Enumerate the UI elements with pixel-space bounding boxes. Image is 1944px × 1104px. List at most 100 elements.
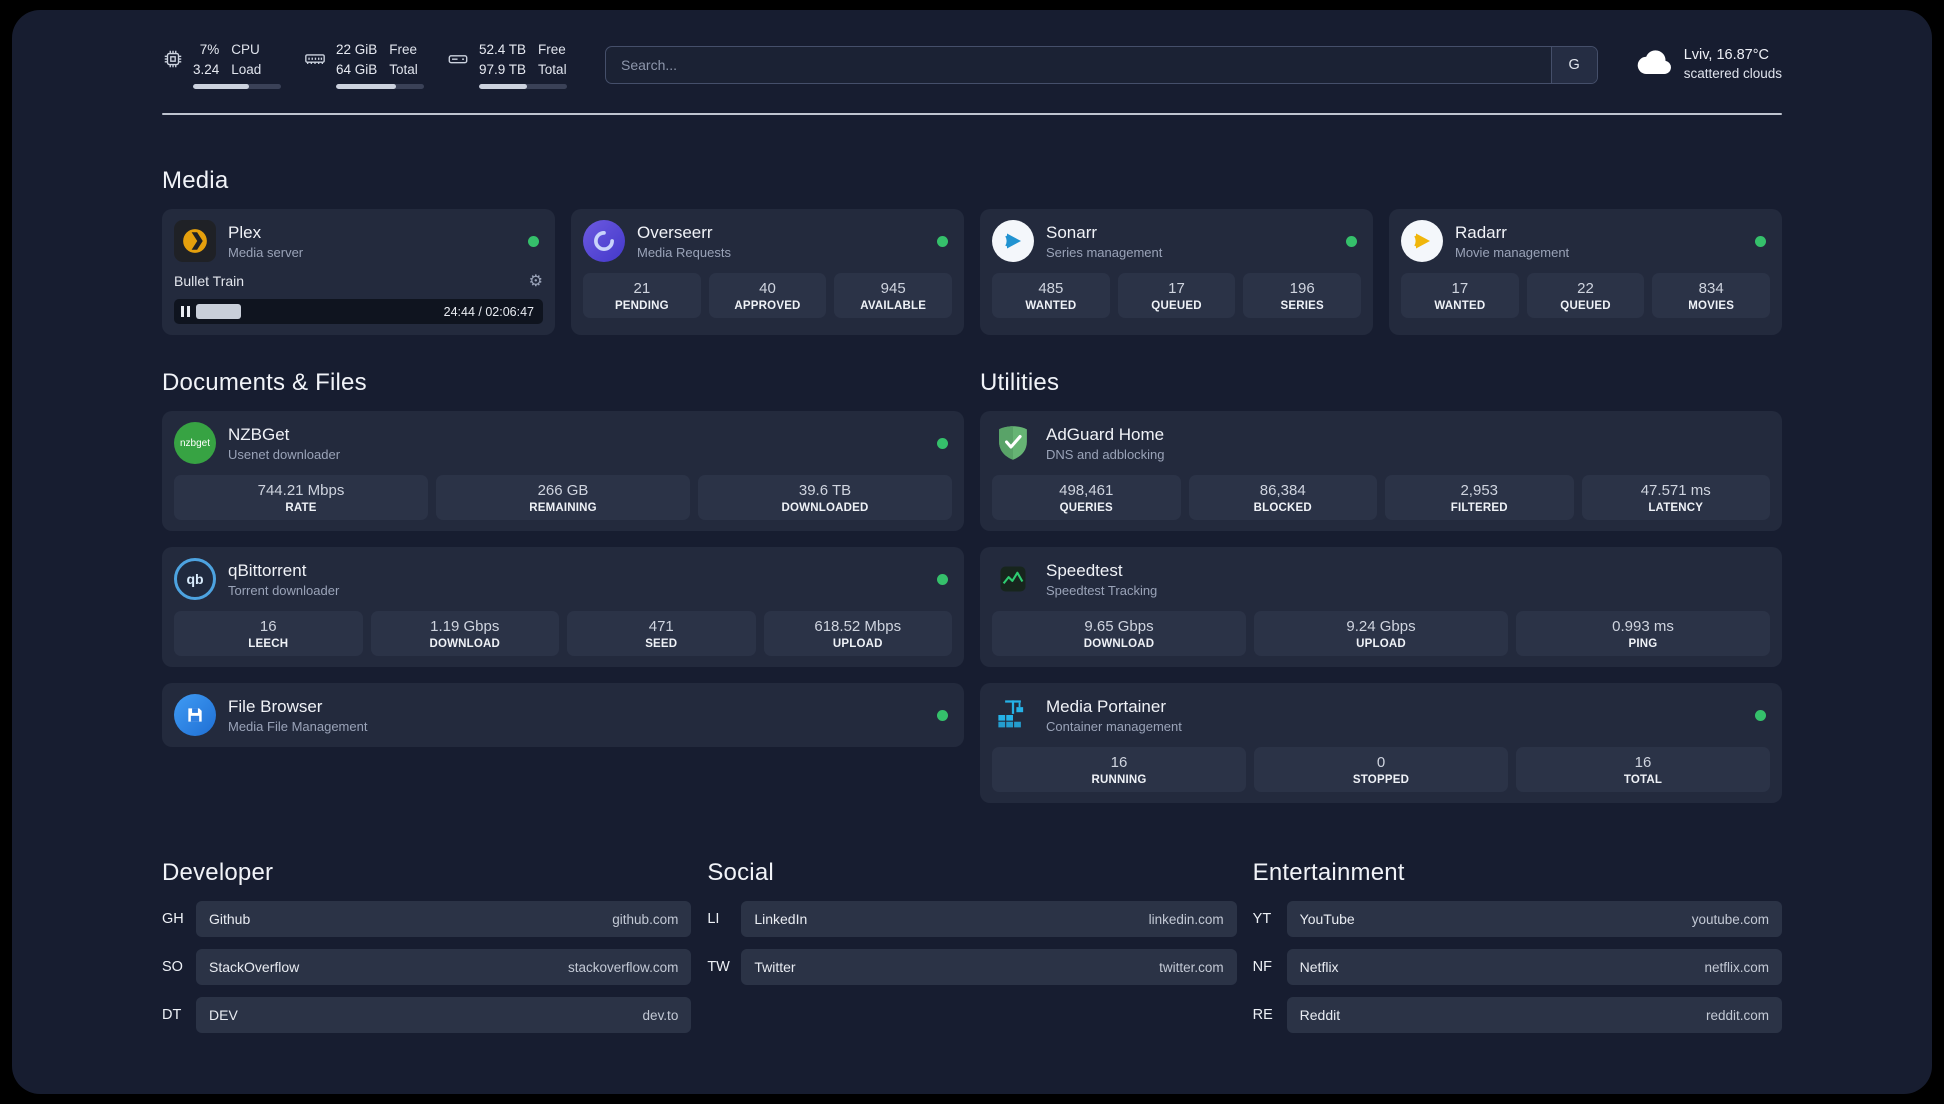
app-subtitle: Media Requests: [637, 244, 731, 260]
status-dot-online: [937, 437, 948, 449]
pause-button[interactable]: [181, 306, 190, 318]
ram-icon: [303, 48, 327, 75]
bookmark-group-title: Social: [707, 859, 774, 887]
stat-label: STOPPED: [1352, 774, 1410, 787]
plex-icon: [174, 220, 216, 263]
card-sonarr[interactable]: Sonarr Series management 485 WANTED 17 Q…: [980, 209, 1373, 336]
bookmark-name: YouTube: [1299, 911, 1355, 928]
stat-value: 485: [1038, 280, 1064, 298]
status-dot-online: [1755, 709, 1766, 721]
app-subtitle: DNS and adblocking: [1046, 446, 1165, 462]
stat-label: PING: [1628, 638, 1658, 651]
stat-value: 22: [1577, 280, 1594, 298]
stat-tile: 0.993 ms PING: [1516, 611, 1770, 657]
cpu-readout: 7% 3.24 CPU Load: [193, 40, 281, 90]
bookmark-linkedin[interactable]: LI LinkedIn linkedin.com: [707, 901, 1237, 938]
bookmark-github[interactable]: GH Github github.com: [162, 901, 692, 938]
card-portainer[interactable]: Media Portainer Container management 16 …: [980, 683, 1782, 804]
bookmark-url: youtube.com: [1691, 911, 1769, 927]
cpu-monitor: 7% 3.24 CPU Load: [162, 40, 281, 90]
stat-label: SERIES: [1280, 300, 1324, 313]
ram-monitor: 22 GiB 64 GiB Free Total: [303, 40, 424, 90]
search-bar: G: [605, 45, 1598, 84]
card-plex[interactable]: Plex Media server Bullet Train ⚙ 24:44 /…: [162, 209, 555, 336]
disk-icon: [446, 48, 470, 75]
weather-location: Lviv, 16.87°C: [1683, 46, 1770, 63]
stat-label: TOTAL: [1623, 774, 1663, 787]
search-input[interactable]: [606, 46, 1551, 83]
search-engine-button[interactable]: G: [1550, 46, 1597, 83]
stat-value: 834: [1698, 280, 1724, 298]
stat-tile: 744.21 Mbps RATE: [174, 475, 428, 521]
card-radarr[interactable]: Radarr Movie management 17 WANTED 22 QUE…: [1389, 209, 1782, 336]
app-name: AdGuard Home: [1046, 424, 1165, 444]
bookmark-abbr: YT: [1252, 911, 1272, 928]
stat-tile: 40 APPROVED: [708, 273, 827, 319]
app-name: qBittorrent: [228, 560, 307, 580]
bookmark-twitter[interactable]: TW Twitter twitter.com: [707, 949, 1237, 986]
stat-value: 86,384: [1259, 482, 1306, 500]
bookmark-url: dev.to: [642, 1007, 679, 1023]
stat-label: REMAINING: [529, 502, 597, 515]
stat-tile: 2,953 FILTERED: [1385, 475, 1574, 521]
stat-label: PENDING: [614, 300, 669, 313]
bookmark-abbr: SO: [162, 959, 183, 976]
stat-label: DOWNLOAD: [1083, 638, 1155, 651]
stat-tile: 9.65 Gbps DOWNLOAD: [992, 611, 1246, 657]
card-filebrowser[interactable]: File Browser Media File Management: [162, 683, 964, 748]
stat-label: QUEUED: [1560, 300, 1611, 313]
stat-label: BLOCKED: [1253, 502, 1312, 515]
ram-total-value: 64 GiB: [336, 61, 378, 77]
stat-value: 40: [759, 280, 776, 298]
stat-value: 744.21 Mbps: [257, 482, 345, 500]
playback-time: 24:44 / 02:06:47: [443, 304, 534, 319]
bookmark-abbr: RE: [1252, 1007, 1273, 1024]
bookmark-name: DEV: [209, 1007, 238, 1024]
bookmark-reddit[interactable]: RE Reddit reddit.com: [1252, 997, 1782, 1034]
stat-value: 471: [648, 618, 674, 636]
stat-value: 9.24 Gbps: [1346, 618, 1416, 636]
cpu-load-value: 3.24: [193, 61, 220, 77]
stat-value: 196: [1289, 280, 1315, 298]
stat-value: 266 GB: [537, 482, 589, 500]
bookmark-name: LinkedIn: [754, 911, 808, 928]
stat-tile: 1.19 Gbps DOWNLOAD: [370, 611, 559, 657]
bookmark-youtube[interactable]: YT YouTube youtube.com: [1252, 901, 1782, 938]
ram-readout: 22 GiB 64 GiB Free Total: [336, 40, 424, 90]
bookmark-url: github.com: [612, 911, 679, 927]
stat-label: RUNNING: [1091, 774, 1147, 787]
playback-progress-bar[interactable]: [196, 299, 435, 324]
stat-tile: 47.571 ms LATENCY: [1581, 475, 1770, 521]
bookmark-netflix[interactable]: NF Netflix netflix.com: [1253, 949, 1782, 986]
card-overseerr[interactable]: Overseerr Media Requests 21 PENDING 40 A…: [571, 209, 964, 336]
gear-icon[interactable]: ⚙: [529, 271, 543, 291]
disk-monitor: 52.4 TB 97.9 TB Free Total: [446, 40, 567, 90]
disk-free-value: 52.4 TB: [479, 42, 527, 57]
stat-tile: 16 LEECH: [174, 611, 363, 657]
stat-value: 16: [1110, 754, 1128, 772]
bookmark-dev[interactable]: DT DEV dev.to: [162, 997, 692, 1034]
card-adguard[interactable]: AdGuard Home DNS and adblocking 498,461 …: [980, 411, 1782, 532]
adguard-icon: [992, 422, 1034, 464]
topbar: 7% 3.24 CPU Load 22 GiB 64 GiB Free Tota…: [162, 40, 1782, 90]
stat-tile: 485 WANTED: [992, 273, 1110, 319]
stat-label: LEECH: [248, 638, 289, 651]
stat-tile: 196 SERIES: [1243, 273, 1362, 319]
stat-value: 9.65 Gbps: [1084, 618, 1154, 636]
card-speedtest[interactable]: Speedtest Speedtest Tracking 9.65 Gbps D…: [980, 547, 1782, 668]
bookmark-stackoverflow[interactable]: SO StackOverflow stackoverflow.com: [162, 949, 692, 986]
weather-widget[interactable]: Lviv, 16.87°C scattered clouds: [1636, 45, 1782, 84]
app-name: Radarr: [1455, 222, 1507, 242]
ram-usage-bar: [336, 84, 424, 90]
stat-value: 498,461: [1059, 482, 1114, 500]
status-dot-online: [937, 709, 948, 721]
stat-value: 2,953: [1460, 482, 1499, 500]
card-qbittorrent[interactable]: qb qBittorrent Torrent downloader 16 LEE…: [162, 547, 964, 668]
sonarr-icon: [992, 220, 1034, 263]
bookmark-url: stackoverflow.com: [568, 959, 679, 975]
cpu-usage-fill: [193, 84, 250, 90]
card-nzbget[interactable]: nzbget NZBGet Usenet downloader 744.21 M…: [162, 411, 964, 532]
disk-label-1: Free: [538, 42, 566, 57]
app-subtitle: Media File Management: [228, 718, 368, 734]
section-media: Media Plex Media server Bullet Train ⚙ 2…: [162, 167, 1782, 336]
